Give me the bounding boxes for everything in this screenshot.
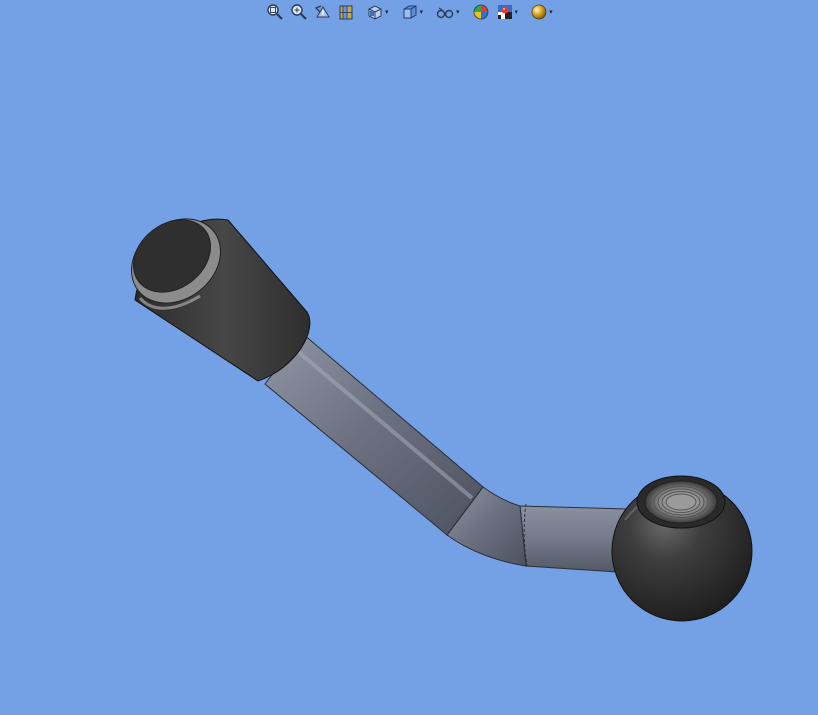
knob-grip[interactable]	[115, 202, 311, 382]
threaded-bore[interactable]	[636, 475, 726, 529]
graphics-area[interactable]: ▾ ▾ ▾ ▾ ▾	[0, 0, 818, 715]
crank-handle-model[interactable]	[0, 0, 818, 715]
crank-arm[interactable]	[264, 333, 633, 574]
